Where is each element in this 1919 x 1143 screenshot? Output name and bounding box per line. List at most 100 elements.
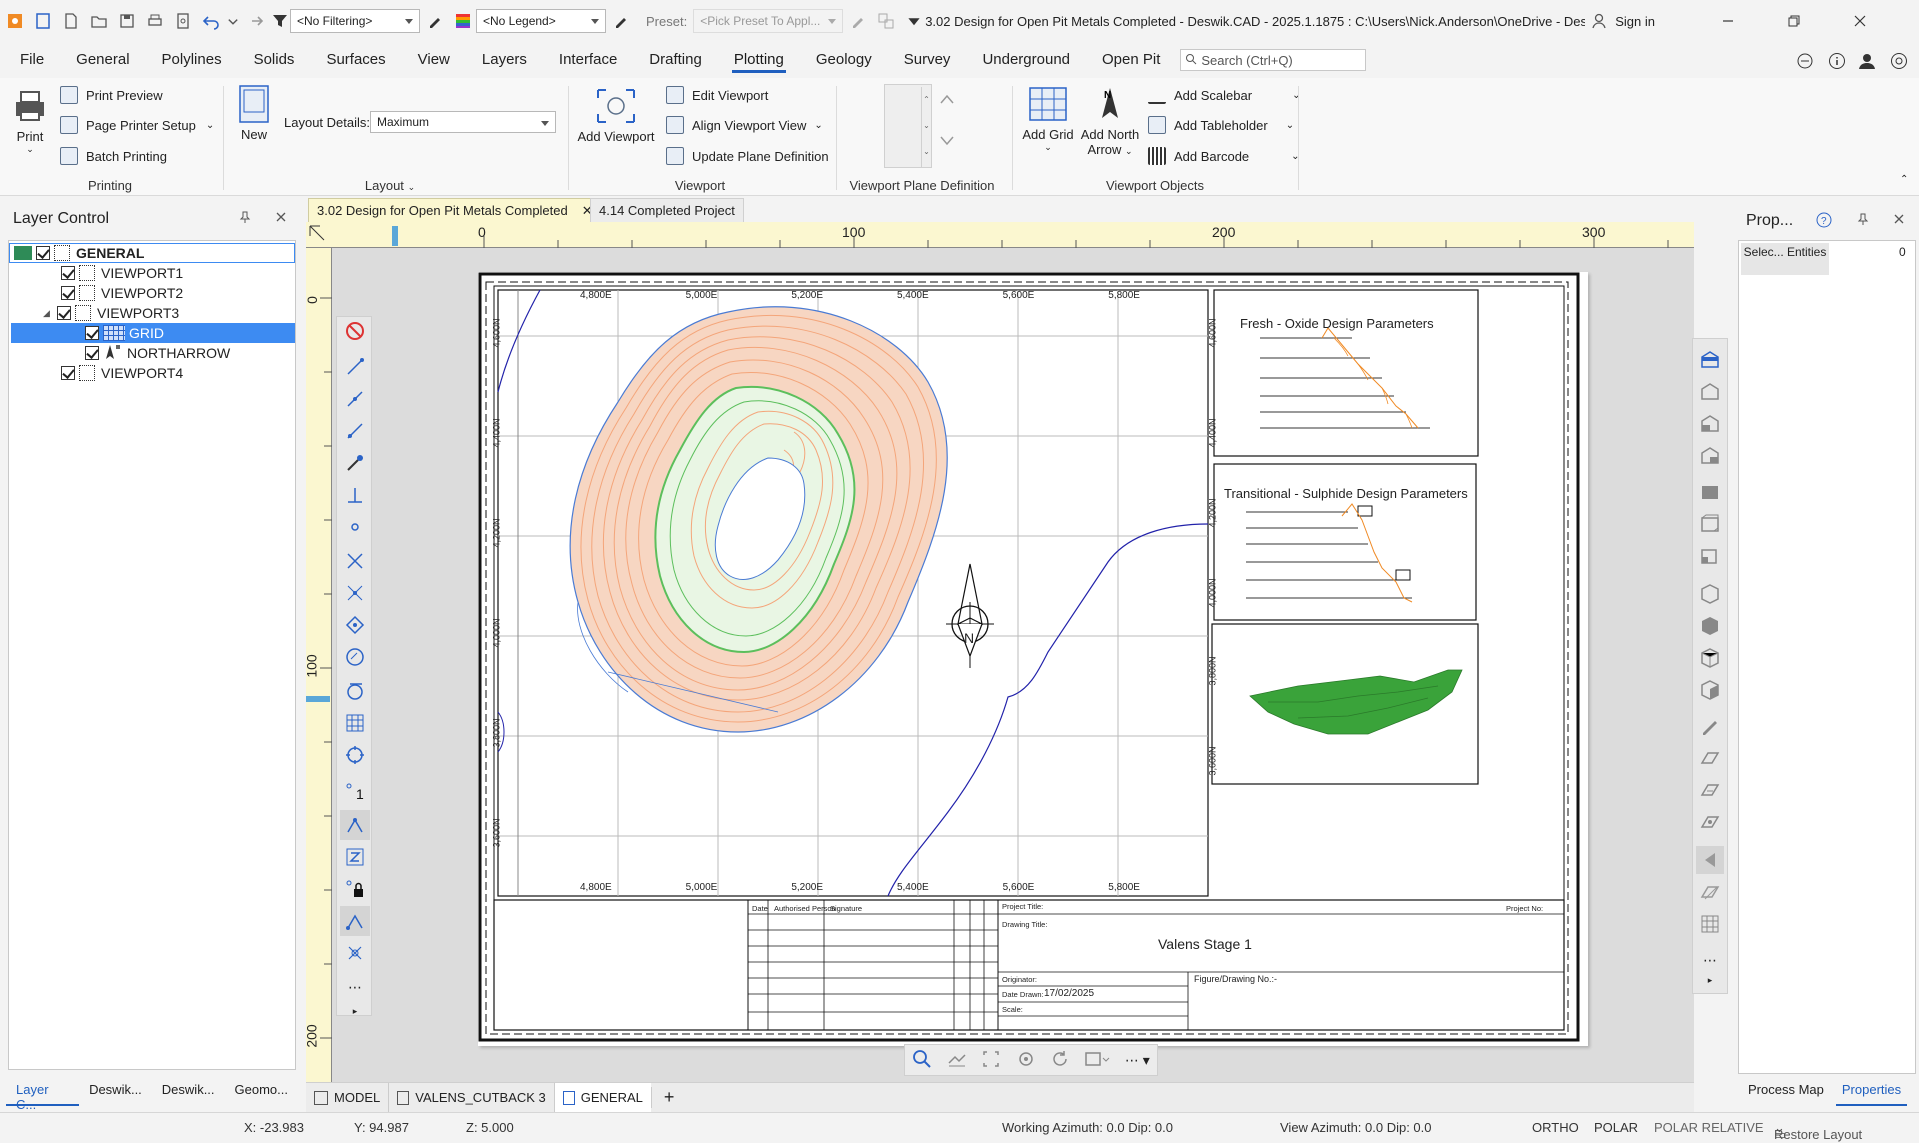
pin-icon[interactable] — [238, 210, 252, 227]
menu-open-pit[interactable]: Open Pit — [1086, 42, 1176, 78]
snap-lock-icon[interactable] — [340, 874, 370, 904]
zoom-icon[interactable] — [912, 1049, 932, 1072]
layer-checkbox[interactable] — [61, 266, 75, 280]
save-icon[interactable] — [114, 8, 140, 34]
account-icon[interactable] — [1858, 52, 1876, 73]
pencil-icon[interactable] — [1696, 712, 1724, 740]
plane-section-icon[interactable] — [1696, 776, 1724, 804]
next-view-icon[interactable] — [1696, 878, 1724, 906]
layer-checkbox[interactable] — [57, 306, 71, 320]
snap-grid-icon[interactable] — [340, 708, 370, 738]
snap-nearest-icon[interactable] — [340, 938, 370, 968]
snap-perpendicular-icon[interactable] — [340, 480, 370, 510]
menu-survey[interactable]: Survey — [888, 42, 967, 78]
plane-rotate-icon[interactable] — [1696, 808, 1724, 836]
sign-in-link[interactable]: Sign in — [1615, 14, 1655, 29]
gallery-up-icon[interactable] — [938, 92, 956, 109]
open-database-icon[interactable] — [30, 8, 56, 34]
tab-deswik-1[interactable]: Deswik... — [79, 1074, 152, 1106]
snap-center-icon[interactable] — [340, 610, 370, 640]
tab-properties[interactable]: Properties — [1835, 1074, 1908, 1106]
edit-filter-icon[interactable] — [422, 8, 448, 34]
tab-deswik-2[interactable]: Deswik... — [152, 1074, 225, 1106]
tree-item-viewport3[interactable]: ◢ VIEWPORT3 — [43, 303, 179, 323]
tree-item-viewport2[interactable]: VIEWPORT2 — [61, 283, 183, 303]
snap-midpoint-icon[interactable] — [340, 384, 370, 414]
view-grid-icon[interactable] — [1696, 910, 1724, 938]
menu-underground[interactable]: Underground — [966, 42, 1086, 78]
snap-tangent-icon[interactable] — [340, 676, 370, 706]
snap-count-icon[interactable]: 1 — [340, 776, 370, 806]
refresh-icon[interactable] — [1050, 1049, 1070, 1072]
minimize-icon[interactable] — [1715, 8, 1741, 34]
preset-manager-icon[interactable] — [873, 8, 899, 34]
view-iso-icon[interactable] — [1696, 542, 1724, 570]
edit-viewport-button[interactable]: Edit Viewport — [666, 86, 768, 104]
add-viewport-button[interactable]: Add Viewport — [576, 86, 656, 144]
zoom-extents-icon[interactable] — [947, 1049, 967, 1072]
add-grid-button[interactable]: Add Grid ⌄ — [1020, 84, 1076, 153]
layout-tab-general[interactable]: GENERAL — [553, 1082, 651, 1113]
view-front-icon[interactable] — [1696, 410, 1724, 438]
snap-polyline-icon[interactable] — [340, 906, 370, 936]
ortho-toggle[interactable]: ORTHO — [1532, 1120, 1579, 1135]
paper-sheet[interactable]: 4,800E 5,000E 5,200E 5,400E 5,600E 5,800E 4,8… — [478, 272, 1588, 1046]
collapse-ribbon-icon[interactable]: ⌃ — [1900, 174, 1908, 185]
layout-canvas[interactable]: 0 100 200 300 0 100 200 4,800E 5,000E 5,… — [304, 222, 1694, 1082]
batch-printing-button[interactable]: Batch Printing — [60, 147, 167, 165]
print-button[interactable]: Print ⌄ — [8, 86, 52, 155]
snap-off-icon[interactable] — [340, 316, 370, 346]
undo-icon[interactable] — [198, 8, 224, 34]
snap-node-icon[interactable] — [340, 512, 370, 542]
rotate-icon[interactable] — [1016, 1049, 1036, 1072]
open-folder-icon[interactable] — [86, 8, 112, 34]
status-working-azimuth[interactable]: Working Azimuth: 0.0 Dip: 0.0 — [1002, 1120, 1173, 1135]
view-bottom-icon[interactable] — [1696, 378, 1724, 406]
pin-icon[interactable] — [1856, 212, 1870, 229]
layer-checkbox[interactable] — [61, 286, 75, 300]
expand-toolbar-icon[interactable]: ▸ — [340, 996, 370, 1026]
settings-icon[interactable] — [1890, 52, 1908, 73]
info-icon[interactable] — [1828, 52, 1846, 73]
restore-layout-button[interactable]: ▭ Restore Layout ⌄ — [1774, 1120, 1862, 1142]
new-file-icon[interactable] — [58, 8, 84, 34]
menu-general[interactable]: General — [60, 42, 145, 78]
close-panel-icon[interactable] — [274, 210, 288, 227]
page-printer-setup-button[interactable]: Page Printer Setup ⌄ — [60, 116, 214, 134]
layout-tab-model[interactable]: MODEL — [306, 1083, 388, 1113]
menu-surfaces[interactable]: Surfaces — [310, 42, 401, 78]
zoom-window-icon[interactable] — [981, 1049, 1001, 1072]
snap-endpoint-icon[interactable] — [340, 352, 370, 382]
menu-drafting[interactable]: Drafting — [633, 42, 718, 78]
add-scalebar-button[interactable]: Add Scalebar ⌄ — [1148, 86, 1300, 104]
new-layout-button[interactable]: New — [234, 84, 274, 142]
layer-checkbox[interactable] — [85, 346, 99, 360]
menu-solids[interactable]: Solids — [238, 42, 311, 78]
tree-item-viewport4[interactable]: VIEWPORT4 — [61, 363, 183, 383]
view-iso-nw-icon[interactable] — [1696, 612, 1724, 640]
snap-vertex-icon[interactable] — [340, 810, 370, 840]
gallery-down-icon[interactable] — [938, 134, 956, 151]
polar-relative-toggle[interactable]: POLAR RELATIVE — [1654, 1120, 1764, 1135]
filter-icon[interactable] — [270, 8, 290, 34]
add-tableholder-button[interactable]: Add Tableholder ⌄ — [1148, 116, 1294, 134]
view-iso-sw-icon[interactable] — [1696, 676, 1724, 704]
snap-intersection-icon[interactable] — [340, 546, 370, 576]
tab-process-map[interactable]: Process Map — [1736, 1074, 1836, 1106]
expand-view-toolbar-icon[interactable]: ▸ — [1696, 966, 1724, 994]
redo-icon[interactable] — [242, 8, 268, 34]
print-preview-button[interactable]: Print Preview — [60, 86, 163, 104]
legend-select[interactable]: <No Legend> — [476, 9, 606, 33]
doc-tab[interactable]: 4.14 Completed Project — [590, 198, 744, 222]
print-icon[interactable] — [142, 8, 168, 34]
close-panel-icon[interactable] — [1892, 212, 1906, 229]
help-icon[interactable]: ? — [1816, 212, 1832, 231]
legend-color-icon[interactable] — [450, 8, 476, 34]
tree-item-viewport1[interactable]: VIEWPORT1 — [61, 263, 183, 283]
tree-item-general[interactable]: GENERAL — [9, 243, 295, 263]
snap-quadrant-icon[interactable] — [340, 740, 370, 770]
snap-z-icon[interactable] — [340, 842, 370, 872]
more-navigation-icon[interactable]: ⋯ ▾ — [1125, 1052, 1150, 1069]
search-box[interactable]: Search (Ctrl+Q) — [1180, 49, 1367, 71]
plane-icon[interactable] — [1696, 744, 1724, 772]
